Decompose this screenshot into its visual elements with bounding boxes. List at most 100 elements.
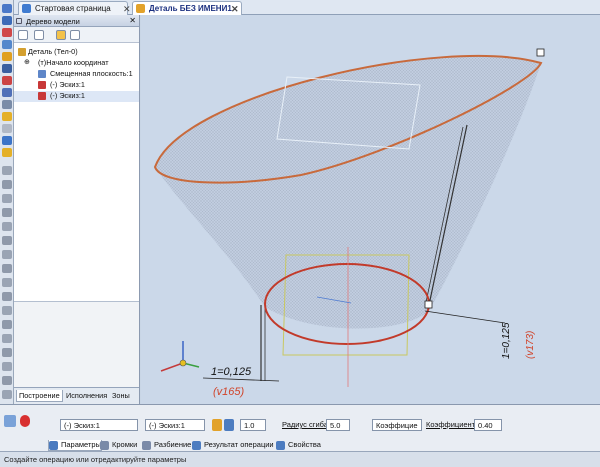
parameters-icon [49,441,58,450]
hem-icon[interactable] [2,194,12,203]
dim2-subtext: (v173) [525,331,536,359]
sheet-tool-icon[interactable] [2,112,12,121]
surface-tool-icon[interactable] [2,88,12,97]
tab-start-page[interactable]: Стартовая страница ✕ [18,1,131,15]
select-tool-icon[interactable] [2,4,12,13]
stamp-icon[interactable] [2,222,12,231]
dim1-leader [202,377,280,382]
tab-part[interactable]: Деталь БЕЗ ИМЕНИ1 ✕ [132,1,242,15]
tab-start-page-label: Стартовая страница [35,4,111,13]
point-tool-icon[interactable] [2,28,12,37]
structure-icon[interactable] [34,30,44,40]
model-tree-header: Дерево модели ✕ [14,15,139,27]
coef-label: Коэффициент [426,420,475,429]
tab-edges-label: Кромки [112,440,138,449]
tab-zones[interactable]: Зоны [110,390,132,401]
tree-item-sketch-2[interactable]: (-) Эскиз:1 [14,91,139,102]
thickness-field[interactable]: 1.0 [240,419,266,431]
tab-properties[interactable]: Свойства [276,440,321,451]
close-icon[interactable]: ✕ [123,4,131,15]
plane-tool-icon[interactable] [2,52,12,61]
sketch1-field[interactable]: (-) Эскиз:1 [60,419,138,431]
radius-label: Радиус сгиба [282,420,328,429]
plane-icon [38,70,46,78]
axis-tool-icon[interactable] [2,40,12,49]
radius-field[interactable]: 5.0 [326,419,350,431]
stop-icon[interactable] [20,415,30,427]
measure-tool-icon[interactable] [2,76,12,85]
part-icon [18,48,26,56]
list-view-icon[interactable] [70,30,80,40]
filter-icon[interactable] [56,30,66,40]
dim1-text[interactable]: 1=0,125 [211,366,252,378]
corner-marker-top[interactable] [536,48,545,57]
tab-split[interactable]: Разбиение [142,440,191,451]
tab-part-label: Деталь БЕЗ ИМЕНИ1 [149,4,232,13]
corner-marker-bottom[interactable] [424,300,433,309]
tree-view-icon[interactable] [18,30,28,40]
cut-icon[interactable] [2,208,12,217]
sheet-body-icon[interactable] [2,148,12,157]
spec-tool-icon[interactable] [2,100,12,109]
tab-edges[interactable]: Кромки [100,440,137,451]
coef-label-text: Коэффициент [426,420,476,429]
shell-icon[interactable] [2,348,12,357]
fold-icon[interactable] [2,278,12,287]
unfold-icon[interactable] [2,264,12,273]
model-tree-lower-pane [14,301,139,387]
closed-corner-icon[interactable] [2,306,12,315]
tree-item-label: (т)Начало координат [38,58,109,67]
model-tree-toolbar [14,27,139,43]
misc-tool-icon-1[interactable] [2,124,12,133]
close-icon[interactable]: ✕ [231,4,239,15]
misc-tool-icon-2[interactable] [2,136,12,145]
tab-construction[interactable]: Построение [16,390,63,402]
louver-icon[interactable] [2,236,12,245]
document-tabs: Стартовая страница ✕ Деталь БЕЗ ИМЕНИ1 ✕ [14,0,600,15]
flange-icon[interactable] [2,180,12,189]
curve-tool-icon[interactable] [2,16,12,25]
tab-properties-label: Свойства [288,440,321,449]
tab-versions[interactable]: Исполнения [64,390,109,401]
sketch-icon [38,81,46,89]
part-icon [136,4,145,13]
thickness-icon[interactable] [224,419,234,431]
model-tree-tabs: Построение Исполнения Зоны [14,387,139,404]
model-viewport[interactable]: 1=0,125 (v165) 1=0,125 (v173) [141,15,600,404]
tab-parameters[interactable]: Параметры [48,440,102,451]
dim2-text[interactable]: 1=0,125 [501,322,512,359]
tab-parameters-label: Параметры [61,440,101,449]
dim1-subtext: (v165) [213,386,245,398]
tab-result[interactable]: Результат операции [192,440,274,451]
sketch2-field[interactable]: (-) Эскиз:1 [145,419,205,431]
jog-icon[interactable] [2,320,12,329]
corner-icon[interactable] [2,292,12,301]
tree-item-label: (-) Эскиз:1 [50,91,85,100]
lofted-bend-icon[interactable] [2,334,12,343]
bend-icon[interactable] [2,166,12,175]
expand-icon[interactable]: ⊕ [24,58,30,66]
tree-item-label: Смещенная плоскость:1 [50,69,133,78]
panel-pin-icon[interactable] [4,415,16,427]
rib-icon[interactable] [2,250,12,259]
close-icon[interactable]: ✕ [129,16,136,25]
tab-result-label: Результат операции [204,440,274,449]
tree-item-label: (-) Эскиз:1 [50,80,85,89]
pin-icon[interactable] [16,18,22,24]
coef-type-select[interactable]: Коэффицие [372,419,422,431]
status-bar: Создайте операцию или отредактируйте пар… [0,451,600,467]
split-icon [142,441,151,450]
sketch-tool-icon[interactable] [2,64,12,73]
dim2-leader [424,310,506,324]
model-canvas: 1=0,125 (v165) 1=0,125 (v173) [153,48,545,398]
array-icon[interactable] [2,376,12,385]
home-icon [22,4,31,13]
triad-origin [179,359,187,367]
coef-field[interactable]: 0.40 [474,419,502,431]
properties-icon [276,441,285,450]
hole-icon[interactable] [2,362,12,371]
mirror-icon[interactable] [2,390,12,399]
tree-item-label: Деталь (Тел-0) [28,47,78,56]
result-icon [192,441,201,450]
direction-icon[interactable] [212,419,222,431]
